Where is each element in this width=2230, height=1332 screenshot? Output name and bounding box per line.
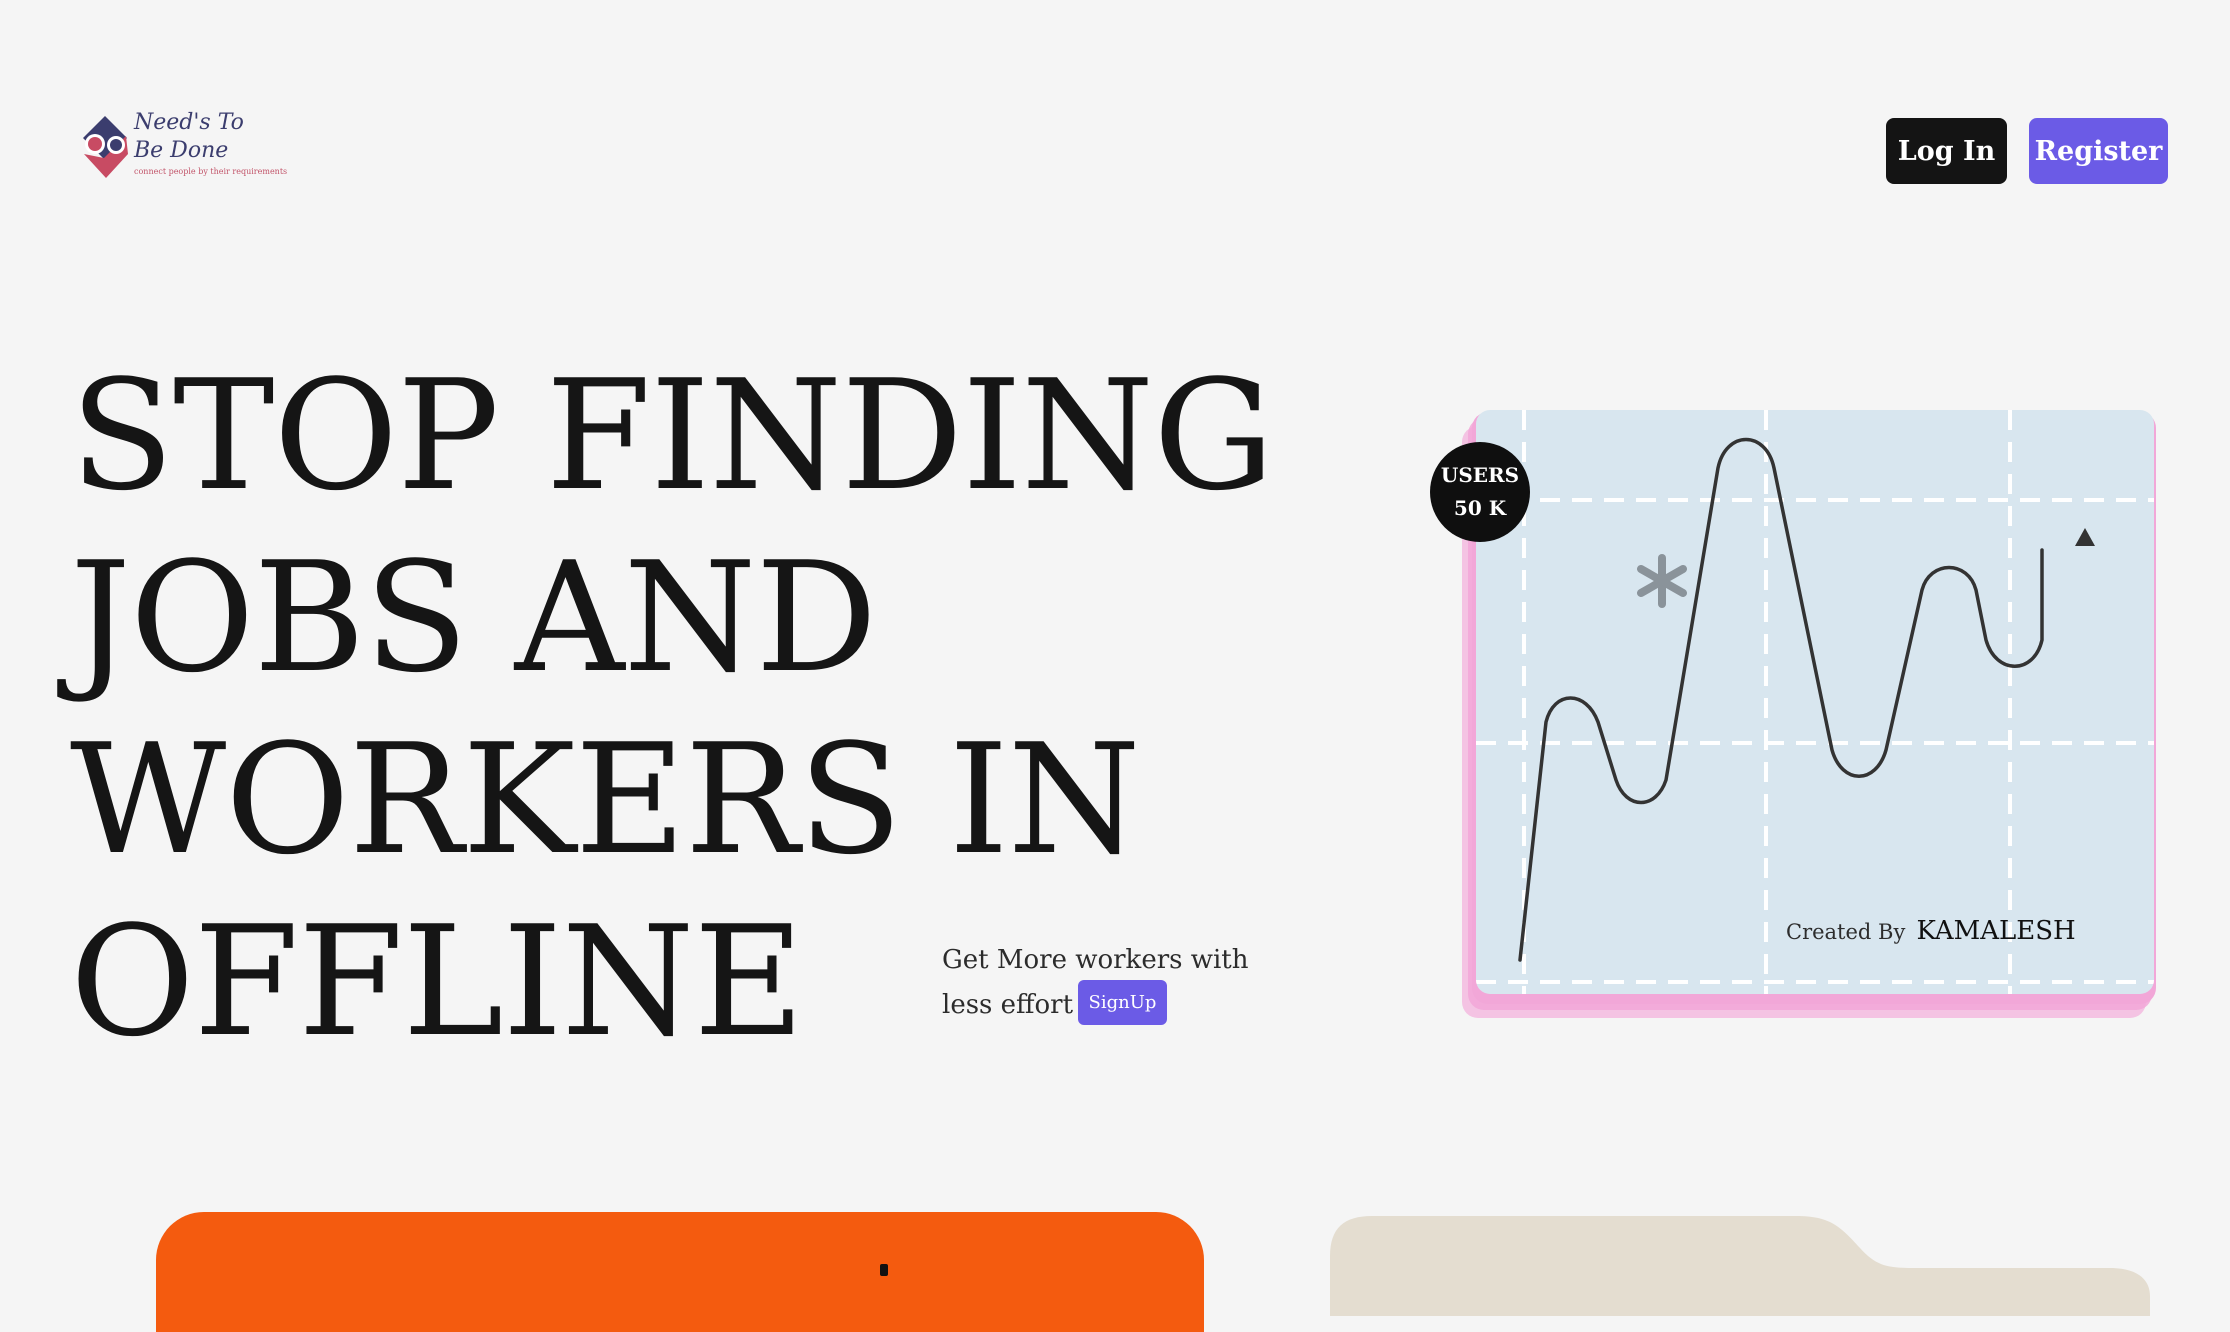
diamond-logo-icon — [83, 116, 128, 178]
users-value: 50 K — [1453, 496, 1507, 520]
signup-cta-line-1: Get More workers with — [942, 945, 1249, 975]
logo-title-line-1: Need's To — [134, 110, 244, 135]
logo[interactable]: Need's To Be Done connect people by thei… — [78, 110, 298, 190]
tan-feature-panel — [1330, 1216, 2150, 1316]
users-count-badge: USERS 50 K — [1430, 442, 1530, 542]
hero-title-line: STOP FINDING — [70, 347, 1275, 524]
signup-button[interactable]: SignUp — [1078, 980, 1167, 1025]
creator-name: KAMALESH — [1916, 916, 2076, 946]
arrow-up-icon — [2075, 528, 2095, 546]
register-button[interactable]: Register — [2029, 118, 2168, 184]
creator-credit: Created By KAMALESH — [1786, 916, 2076, 946]
logo-title-line-2: Be Done — [134, 138, 229, 163]
chart-illustration — [1476, 410, 2154, 994]
logo-tagline: connect people by their requirements — [134, 167, 288, 176]
orange-feature-panel — [156, 1212, 1204, 1332]
hero-title-line: WORKERS IN — [70, 711, 1141, 888]
hero-title-line: JOBS AND — [70, 529, 877, 706]
login-button[interactable]: Log In — [1886, 118, 2007, 184]
asterisk-icon — [1637, 554, 1687, 608]
chart-panel — [1476, 410, 2154, 994]
panel-heading-fragment — [880, 1264, 888, 1276]
created-by-label: Created By — [1786, 920, 1906, 944]
users-label: USERS — [1440, 463, 1520, 487]
